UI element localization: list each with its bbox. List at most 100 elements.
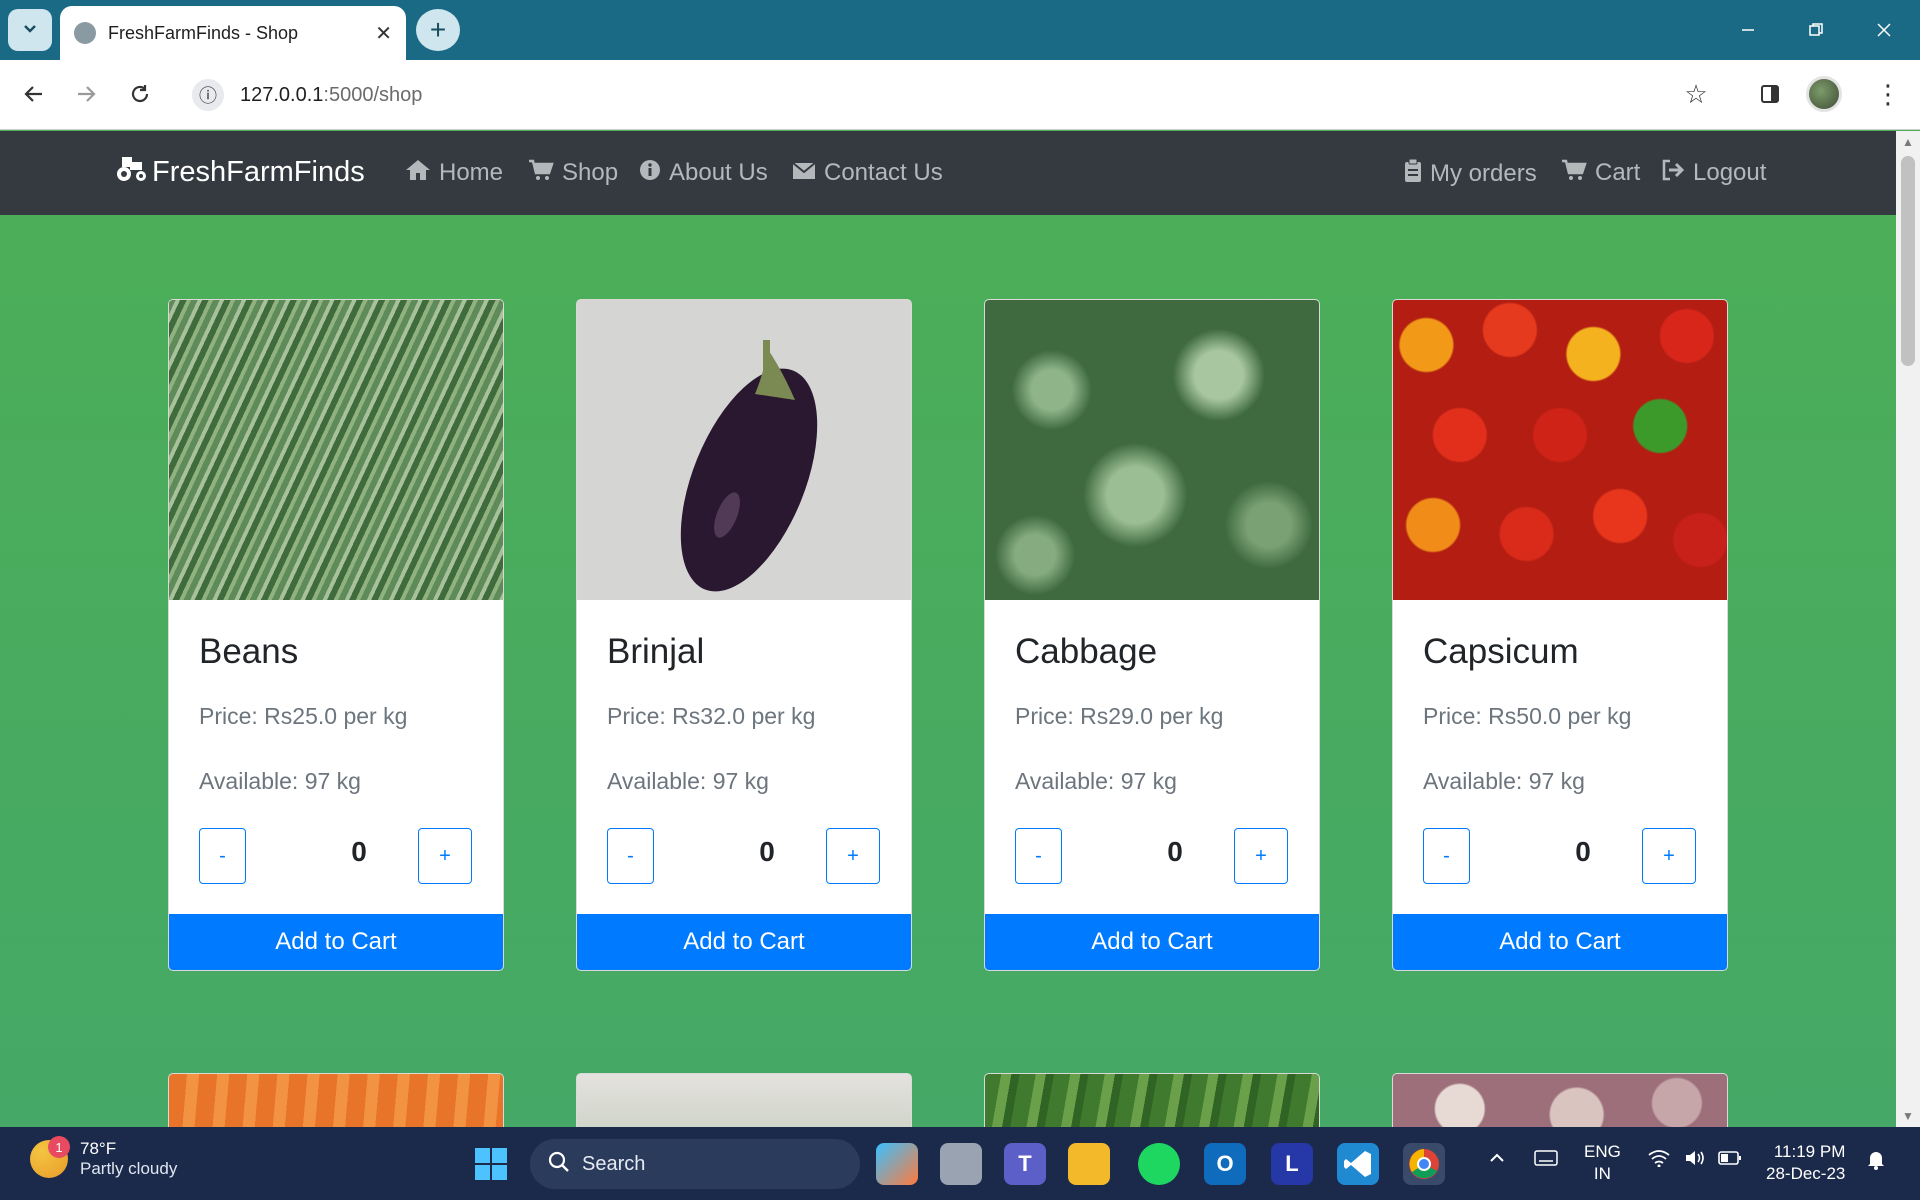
back-icon[interactable] xyxy=(14,74,54,114)
notification-bell-icon[interactable] xyxy=(1866,1149,1886,1177)
show-hidden-icons[interactable] xyxy=(1488,1149,1506,1173)
add-to-cart-button[interactable]: Add to Cart xyxy=(169,914,503,970)
weather-badge: 1 xyxy=(48,1136,70,1158)
start-icon[interactable] xyxy=(470,1143,512,1185)
more-icon[interactable]: ⋮ xyxy=(1868,74,1908,114)
product-price: Price: Rs50.0 per kg xyxy=(1423,703,1632,729)
scroll-down-icon[interactable]: ▼ xyxy=(1902,1109,1914,1123)
increase-qty-button[interactable]: + xyxy=(826,828,880,884)
browser-tabbar: FreshFarmFinds - Shop ✕ + xyxy=(0,0,1920,60)
cart-icon xyxy=(528,159,554,187)
eggplant-shape xyxy=(680,340,818,592)
clipboard-icon xyxy=(1404,158,1422,189)
product-name: Capsicum xyxy=(1423,632,1579,671)
language-line2: IN xyxy=(1593,1164,1611,1183)
nav-home[interactable]: Home xyxy=(405,159,503,187)
nav-logout-label: Logout xyxy=(1693,159,1767,186)
keyboard-icon[interactable] xyxy=(1534,1149,1558,1173)
qty-value: 0 xyxy=(759,836,775,867)
copilot-icon[interactable] xyxy=(876,1143,918,1185)
increase-qty-button[interactable]: + xyxy=(418,828,472,884)
qty-value: 0 xyxy=(1575,836,1591,867)
outlook-icon[interactable]: O xyxy=(1204,1143,1246,1185)
product-image-brinjal xyxy=(577,300,911,600)
product-card: Cabbage Price: Rs29.0 per kg Available: … xyxy=(984,299,1320,971)
add-to-cart-button[interactable]: Add to Cart xyxy=(1393,914,1727,970)
decrease-qty-button[interactable]: - xyxy=(1423,828,1470,884)
weather-desc: Partly cloudy xyxy=(80,1159,178,1178)
tractor-icon xyxy=(114,153,148,191)
restore-icon[interactable] xyxy=(1782,0,1850,60)
nav-my-orders[interactable]: My orders xyxy=(1404,158,1537,189)
tab-search-button[interactable] xyxy=(8,9,52,51)
language-indicator[interactable]: ENG IN xyxy=(1584,1141,1621,1185)
decrease-qty-button[interactable]: - xyxy=(199,828,246,884)
add-to-cart-button[interactable]: Add to Cart xyxy=(577,914,911,970)
nav-cart-label: Cart xyxy=(1595,159,1641,186)
spotify-icon[interactable] xyxy=(1138,1143,1180,1185)
increase-qty-button[interactable]: + xyxy=(1642,828,1696,884)
new-tab-button[interactable]: + xyxy=(416,9,460,51)
nav-contact[interactable]: Contact Us xyxy=(792,159,943,187)
taskbar-search[interactable]: Search xyxy=(530,1139,860,1189)
nav-my-orders-label: My orders xyxy=(1430,160,1537,187)
product-name: Beans xyxy=(199,632,299,671)
product-availability: Available: 97 kg xyxy=(607,768,769,794)
tab-close-icon[interactable]: ✕ xyxy=(375,21,392,46)
product-price: Price: Rs32.0 per kg xyxy=(607,703,816,729)
product-availability: Available: 97 kg xyxy=(1015,768,1177,794)
nav-shop[interactable]: Shop xyxy=(528,159,618,187)
minimize-icon[interactable] xyxy=(1714,0,1782,60)
file-explorer-icon[interactable] xyxy=(1068,1143,1110,1185)
scrollbar-thumb[interactable] xyxy=(1901,156,1915,366)
tab-title: FreshFarmFinds - Shop xyxy=(108,22,299,43)
address-bar[interactable]: ⓘ 127.0.0.1 :5000/shop xyxy=(180,69,1730,121)
sidebar-icon[interactable] xyxy=(1750,74,1790,114)
search-label: Search xyxy=(582,1152,646,1175)
taskbar-clock[interactable]: 11:19 PM 28-Dec-23 xyxy=(1766,1141,1845,1185)
reload-icon[interactable] xyxy=(120,74,160,114)
brand-link[interactable]: FreshFarmFinds xyxy=(114,153,365,191)
close-window-icon[interactable] xyxy=(1850,0,1918,60)
product-availability: Available: 97 kg xyxy=(199,768,361,794)
nav-home-label: Home xyxy=(439,159,504,186)
add-to-cart-button[interactable]: Add to Cart xyxy=(985,914,1319,970)
decrease-qty-button[interactable]: - xyxy=(1015,828,1062,884)
info-icon[interactable]: ⓘ xyxy=(192,79,224,111)
scroll-up-icon[interactable]: ▲ xyxy=(1902,135,1914,149)
profile-avatar[interactable] xyxy=(1806,76,1842,112)
nav-contact-label: Contact Us xyxy=(824,159,943,186)
product-price: Price: Rs25.0 per kg xyxy=(199,703,408,729)
vscode-icon[interactable] xyxy=(1337,1143,1379,1185)
weather-widget[interactable]: 1 78°F Partly cloudy xyxy=(30,1136,178,1179)
volume-icon[interactable] xyxy=(1684,1149,1706,1173)
forward-icon[interactable] xyxy=(66,74,106,114)
increase-qty-button[interactable]: + xyxy=(1234,828,1288,884)
wifi-icon[interactable] xyxy=(1648,1149,1670,1173)
envelope-icon xyxy=(792,160,816,186)
teams-icon[interactable]: T xyxy=(1004,1143,1046,1185)
browser-toolbar: ⓘ 127.0.0.1 :5000/shop ☆ ⋮ xyxy=(0,60,1920,130)
nav-cart[interactable]: Cart xyxy=(1561,159,1640,187)
l-app-icon[interactable]: L xyxy=(1271,1143,1313,1185)
product-image-beans xyxy=(169,300,503,600)
nav-logout[interactable]: Logout xyxy=(1661,159,1766,187)
clock-time: 11:19 PM xyxy=(1773,1142,1846,1161)
qty-value: 0 xyxy=(351,836,367,867)
os-taskbar: 1 78°F Partly cloudy Search T O L ENG IN xyxy=(0,1127,1920,1200)
task-view-icon[interactable] xyxy=(940,1143,982,1185)
product-card: Brinjal Price: Rs32.0 per kg Available: … xyxy=(576,299,912,971)
url-host: 127.0.0.1 xyxy=(240,83,324,106)
weather-temp: 78°F xyxy=(80,1139,117,1158)
star-icon[interactable]: ☆ xyxy=(1676,74,1716,114)
decrease-qty-button[interactable]: - xyxy=(607,828,654,884)
globe-icon xyxy=(74,22,96,44)
nav-about[interactable]: About Us xyxy=(639,159,768,187)
battery-icon[interactable] xyxy=(1718,1149,1742,1172)
product-name: Brinjal xyxy=(607,632,705,671)
chrome-icon[interactable] xyxy=(1403,1143,1445,1185)
page-scrollbar[interactable]: ▲ ▼ xyxy=(1896,131,1920,1127)
product-card: Capsicum Price: Rs50.0 per kg Available:… xyxy=(1392,299,1728,971)
browser-tab-active[interactable]: FreshFarmFinds - Shop ✕ xyxy=(60,6,406,60)
qty-value: 0 xyxy=(1167,836,1183,867)
